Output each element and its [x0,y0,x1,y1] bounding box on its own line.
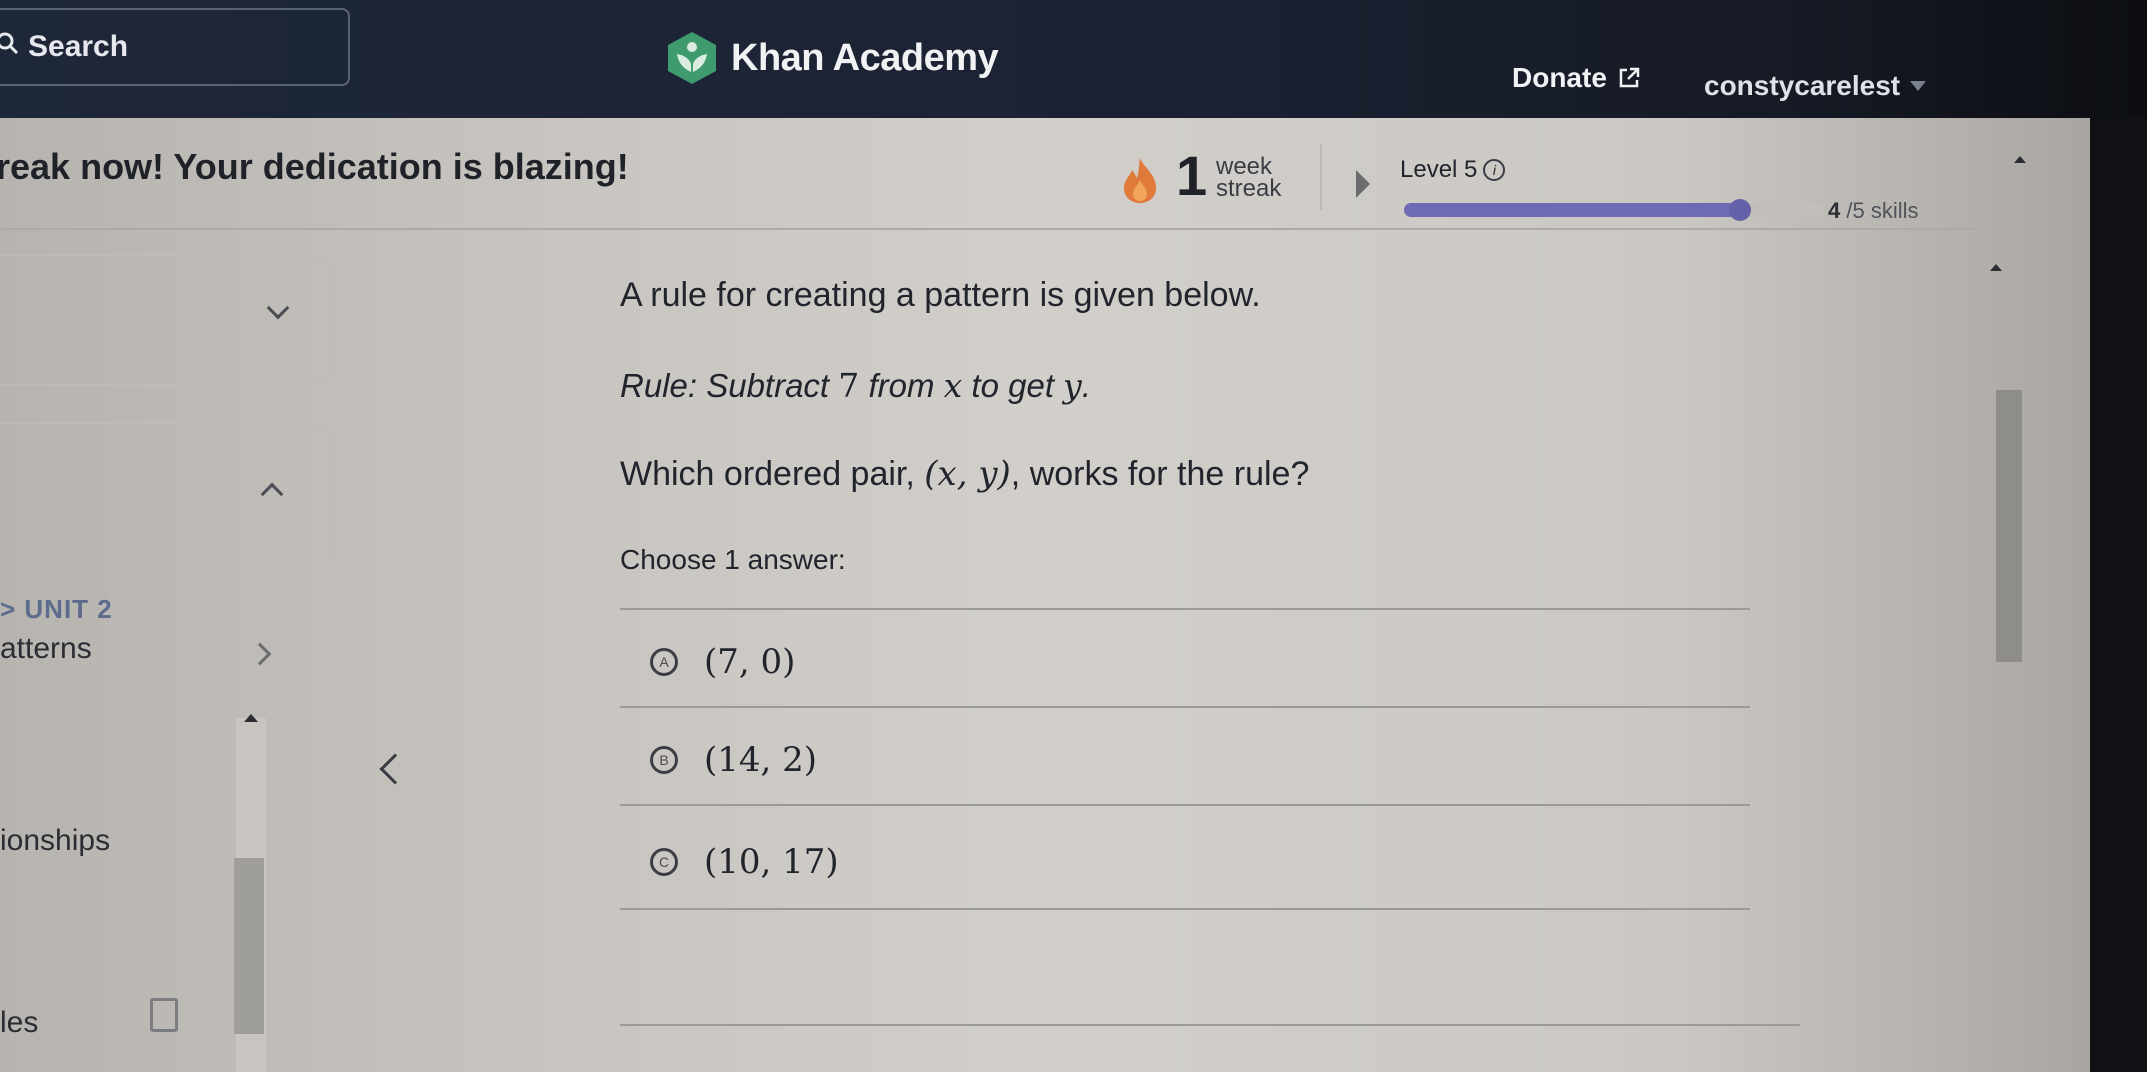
choice-divider [620,1024,1800,1026]
rule-to: to get [962,367,1064,404]
donate-label: Donate [1512,62,1607,93]
sidebar-item-exercises[interactable]: les [0,1006,38,1040]
choice-b-text: (14, 2) [704,740,818,780]
user-menu[interactable]: constycarelest [1704,70,1927,102]
main-scroll-up-arrow[interactable] [1990,264,2002,271]
rule-var-x: x [943,366,963,405]
flame-icon [1124,158,1156,203]
choice-a-text: (7, 0) [704,642,796,682]
rule-number: 7 [838,366,860,405]
top-nav: Search Khan Academy Donate constycareles… [0,0,2147,118]
sidebar-scroll-up-arrow[interactable] [244,714,258,722]
skills-done: 4 [1828,198,1841,223]
ask-math: (x, y) [924,454,1011,494]
chevron-down-icon [266,296,290,320]
choice-a-bubble[interactable]: A [650,648,678,676]
sidebar-scrollbar-thumb[interactable] [234,858,264,1034]
chevron-right-icon [248,642,272,666]
choice-c-bubble[interactable]: C [650,848,678,876]
ask-prefix: Which ordered pair, [620,455,925,493]
info-icon[interactable]: i [1483,159,1506,181]
page-scroll-up-arrow[interactable] [2014,156,2026,163]
streak-unit-streak: streak [1216,175,1282,202]
sidebar-collapsed-section[interactable] [0,254,332,386]
skills-count: 4 /5 skills [1828,198,1919,224]
choose-label: Choose 1 answer: [620,544,846,575]
choice-divider [620,804,1750,806]
sidebar-unit-label: > UNIT 2 [0,594,113,624]
question-intro: A rule for creating a pattern is given b… [620,276,1261,314]
streak-unit: week streak [1216,155,1282,202]
level-label: Level 5 i [1400,156,1506,184]
level-progress-fill [1404,203,1740,217]
ask-suffix: , works for the rule? [1010,455,1310,493]
khan-academy-logo[interactable]: Khan Academy [665,30,999,86]
search-input[interactable]: Search [0,8,350,86]
level-progress-bar [1404,199,1824,221]
streak-count: 1 [1176,144,1208,207]
exercise-icon [150,998,178,1032]
rule-prefix: Rule: Subtract [620,367,839,404]
search-icon [0,32,18,54]
choice-c[interactable]: C (10, 17) [650,842,839,882]
chevron-up-icon [260,482,284,506]
screen-bezel [2095,118,2147,1072]
rule-var-y: y [1063,366,1082,405]
page-body: reak now! Your dedication is blazing! 1 … [0,118,2090,1072]
choice-divider [620,706,1750,708]
play-arrow-icon[interactable] [1356,170,1370,198]
main-scrollbar-thumb[interactable] [1996,390,2022,662]
sidebar-item-relationships[interactable]: ionships [0,824,110,858]
chevron-left-icon [379,753,411,785]
khan-academy-logo-icon [668,32,716,84]
streak-message: reak now! Your dedication is blazing! [0,146,629,187]
question-rule: Rule: Subtract 7 from x to get y. [620,366,1091,405]
choice-b[interactable]: B (14, 2) [650,740,817,780]
choice-a[interactable]: A (7, 0) [650,642,795,682]
choice-divider [620,608,1750,610]
rule-mid: from [859,367,944,404]
choice-b-bubble[interactable]: B [650,746,678,774]
choice-divider [620,908,1750,910]
choice-c-text: (10, 17) [704,842,839,882]
sidebar-expanded-section[interactable] [0,422,332,558]
external-link-icon [1619,67,1640,88]
username: constycarelest [1704,70,1901,101]
search-label: Search [28,30,129,63]
rule-end: . [1081,367,1091,404]
question-prompt: Which ordered pair, (x, y), works for th… [620,454,1309,494]
level-progress-knob [1729,199,1751,221]
streak-divider [1320,144,1322,210]
donate-link[interactable]: Donate [1512,62,1641,94]
streak-banner: reak now! Your dedication is blazing! 1 … [0,118,1980,230]
sidebar-item-patterns[interactable]: atterns [0,632,92,666]
caret-down-icon [1910,81,1927,91]
collapse-sidebar-button[interactable] [310,728,366,810]
brand-name: Khan Academy [731,36,999,79]
skills-total: /5 skills [1846,198,1919,223]
level-text: Level 5 [1400,156,1478,183]
